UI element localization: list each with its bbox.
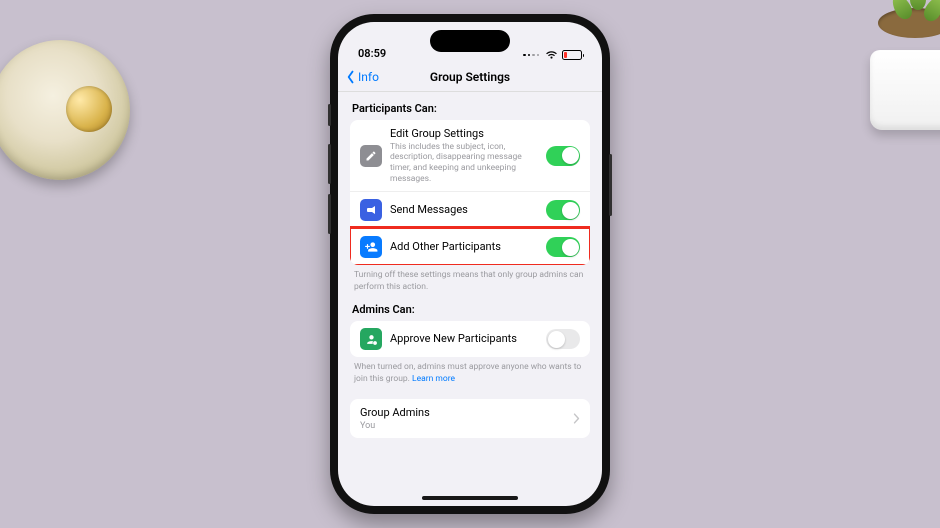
chevron-right-icon [573,413,580,424]
battery-icon [562,50,582,60]
back-label: Info [358,70,379,84]
add-other-participants-toggle[interactable] [546,237,580,257]
admins-footer: When turned on, admins must approve anyo… [354,362,586,385]
approve-new-participants-row[interactable]: Approve New Participants [350,321,590,357]
learn-more-link[interactable]: Learn more [412,374,455,384]
megaphone-icon [360,199,382,221]
dual-sim-signal-icon [523,54,539,57]
edit-group-settings-desc: This includes the subject, icon, descrip… [390,142,535,185]
add-other-participants-row[interactable]: Add Other Participants [350,228,590,265]
send-messages-row[interactable]: Send Messages [350,191,590,228]
dynamic-island [430,30,510,52]
participants-card: Edit Group Settings This includes the su… [350,120,590,265]
clock-time: 08:59 [358,47,386,60]
admins-card: Approve New Participants [350,321,590,357]
add-other-participants-title: Add Other Participants [390,240,538,254]
send-messages-title: Send Messages [390,203,538,217]
add-person-icon [360,236,382,258]
admins-section-header: Admins Can: [352,303,588,316]
edit-group-settings-row[interactable]: Edit Group Settings This includes the su… [350,120,590,191]
group-admins-card: Group Admins You [350,399,590,438]
edit-group-settings-toggle[interactable] [546,146,580,166]
participants-footer: Turning off these settings means that on… [354,270,586,293]
content-area: Participants Can: Edit Group Settings Th… [338,102,602,438]
back-button[interactable]: Info [346,62,379,91]
edit-group-settings-title: Edit Group Settings [390,127,538,141]
navigation-bar: Info Group Settings [338,62,602,92]
home-indicator[interactable] [422,496,518,500]
wifi-icon [545,50,558,60]
decorative-plant [850,0,940,150]
phone-device: 08:59 Info [330,14,610,514]
send-messages-toggle[interactable] [546,200,580,220]
pencil-icon [360,145,382,167]
approve-new-participants-toggle[interactable] [546,329,580,349]
chevron-left-icon [346,70,356,84]
approve-person-icon [360,328,382,350]
decorative-clock [0,40,130,180]
group-admins-row[interactable]: Group Admins You [350,399,590,438]
page-title: Group Settings [430,70,510,84]
approve-new-participants-title: Approve New Participants [390,332,538,346]
group-admins-sub: You [360,421,565,431]
participants-section-header: Participants Can: [352,102,588,115]
group-admins-title: Group Admins [360,406,565,420]
